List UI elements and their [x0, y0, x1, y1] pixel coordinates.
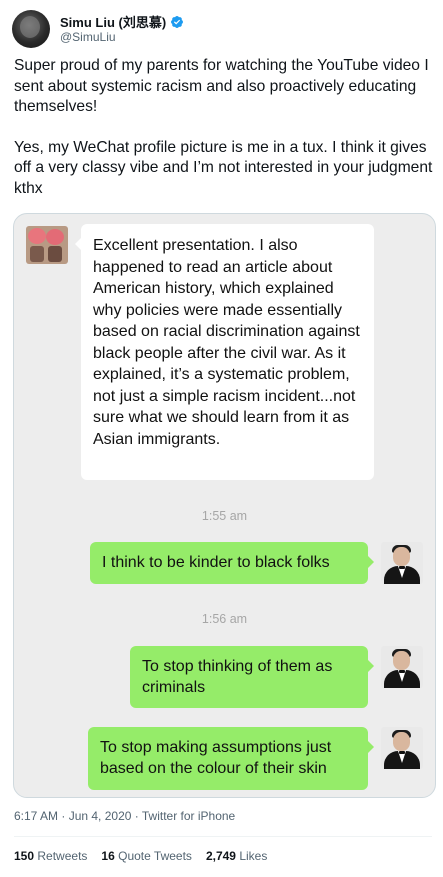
quote-tweets-count: 16 — [101, 849, 115, 863]
author-handle[interactable]: @SimuLiu — [60, 30, 116, 44]
tweet-header: Simu Liu (刘思慕) @SimuLiu — [12, 10, 432, 48]
author-name-row: Simu Liu (刘思慕) — [60, 12, 184, 31]
contact-avatar — [26, 226, 68, 264]
tweet-body: Super proud of my parents for watching t… — [14, 56, 434, 199]
my-avatar — [381, 727, 423, 769]
wechat-screenshot[interactable]: Excellent presentation. I also happened … — [13, 213, 436, 798]
chat-timestamp: 1:56 am — [201, 612, 248, 626]
tweet-paragraph: Yes, my WeChat profile picture is me in … — [14, 138, 433, 197]
tweet-timestamp[interactable]: 6:17 AM · Jun 4, 2020 · Twitter for iPho… — [14, 809, 235, 823]
quote-tweets-stat[interactable]: 16 Quote Tweets — [101, 849, 192, 863]
outgoing-message-bubble: To stop making assumptions just based on… — [88, 727, 374, 790]
retweets-count: 150 — [14, 849, 35, 863]
likes-label: Likes — [239, 849, 268, 863]
likes-stat[interactable]: 2,749 Likes — [206, 849, 267, 863]
author-display-name[interactable]: Simu Liu (刘思慕) — [60, 12, 166, 31]
tweet-paragraph: Super proud of my parents for watching t… — [14, 57, 429, 115]
chat-timestamp: 1:55 am — [201, 509, 248, 523]
retweets-label: Retweets — [37, 849, 88, 863]
verified-badge-icon — [171, 15, 184, 28]
likes-count: 2,749 — [205, 849, 236, 863]
divider — [14, 836, 432, 837]
my-avatar — [381, 646, 423, 688]
outgoing-message-bubble: To stop thinking of them as criminals — [130, 646, 374, 708]
author-avatar[interactable] — [12, 10, 50, 48]
engagement-stats: 150 Retweets 16 Quote Tweets 2,749 Likes — [14, 849, 267, 863]
retweets-stat[interactable]: 150 Retweets — [14, 849, 87, 863]
outgoing-message-bubble: I think to be kinder to black folks — [90, 542, 374, 584]
incoming-message-bubble: Excellent presentation. I also happened … — [75, 224, 374, 480]
quote-tweets-label: Quote Tweets — [118, 849, 192, 863]
my-avatar — [381, 542, 423, 584]
